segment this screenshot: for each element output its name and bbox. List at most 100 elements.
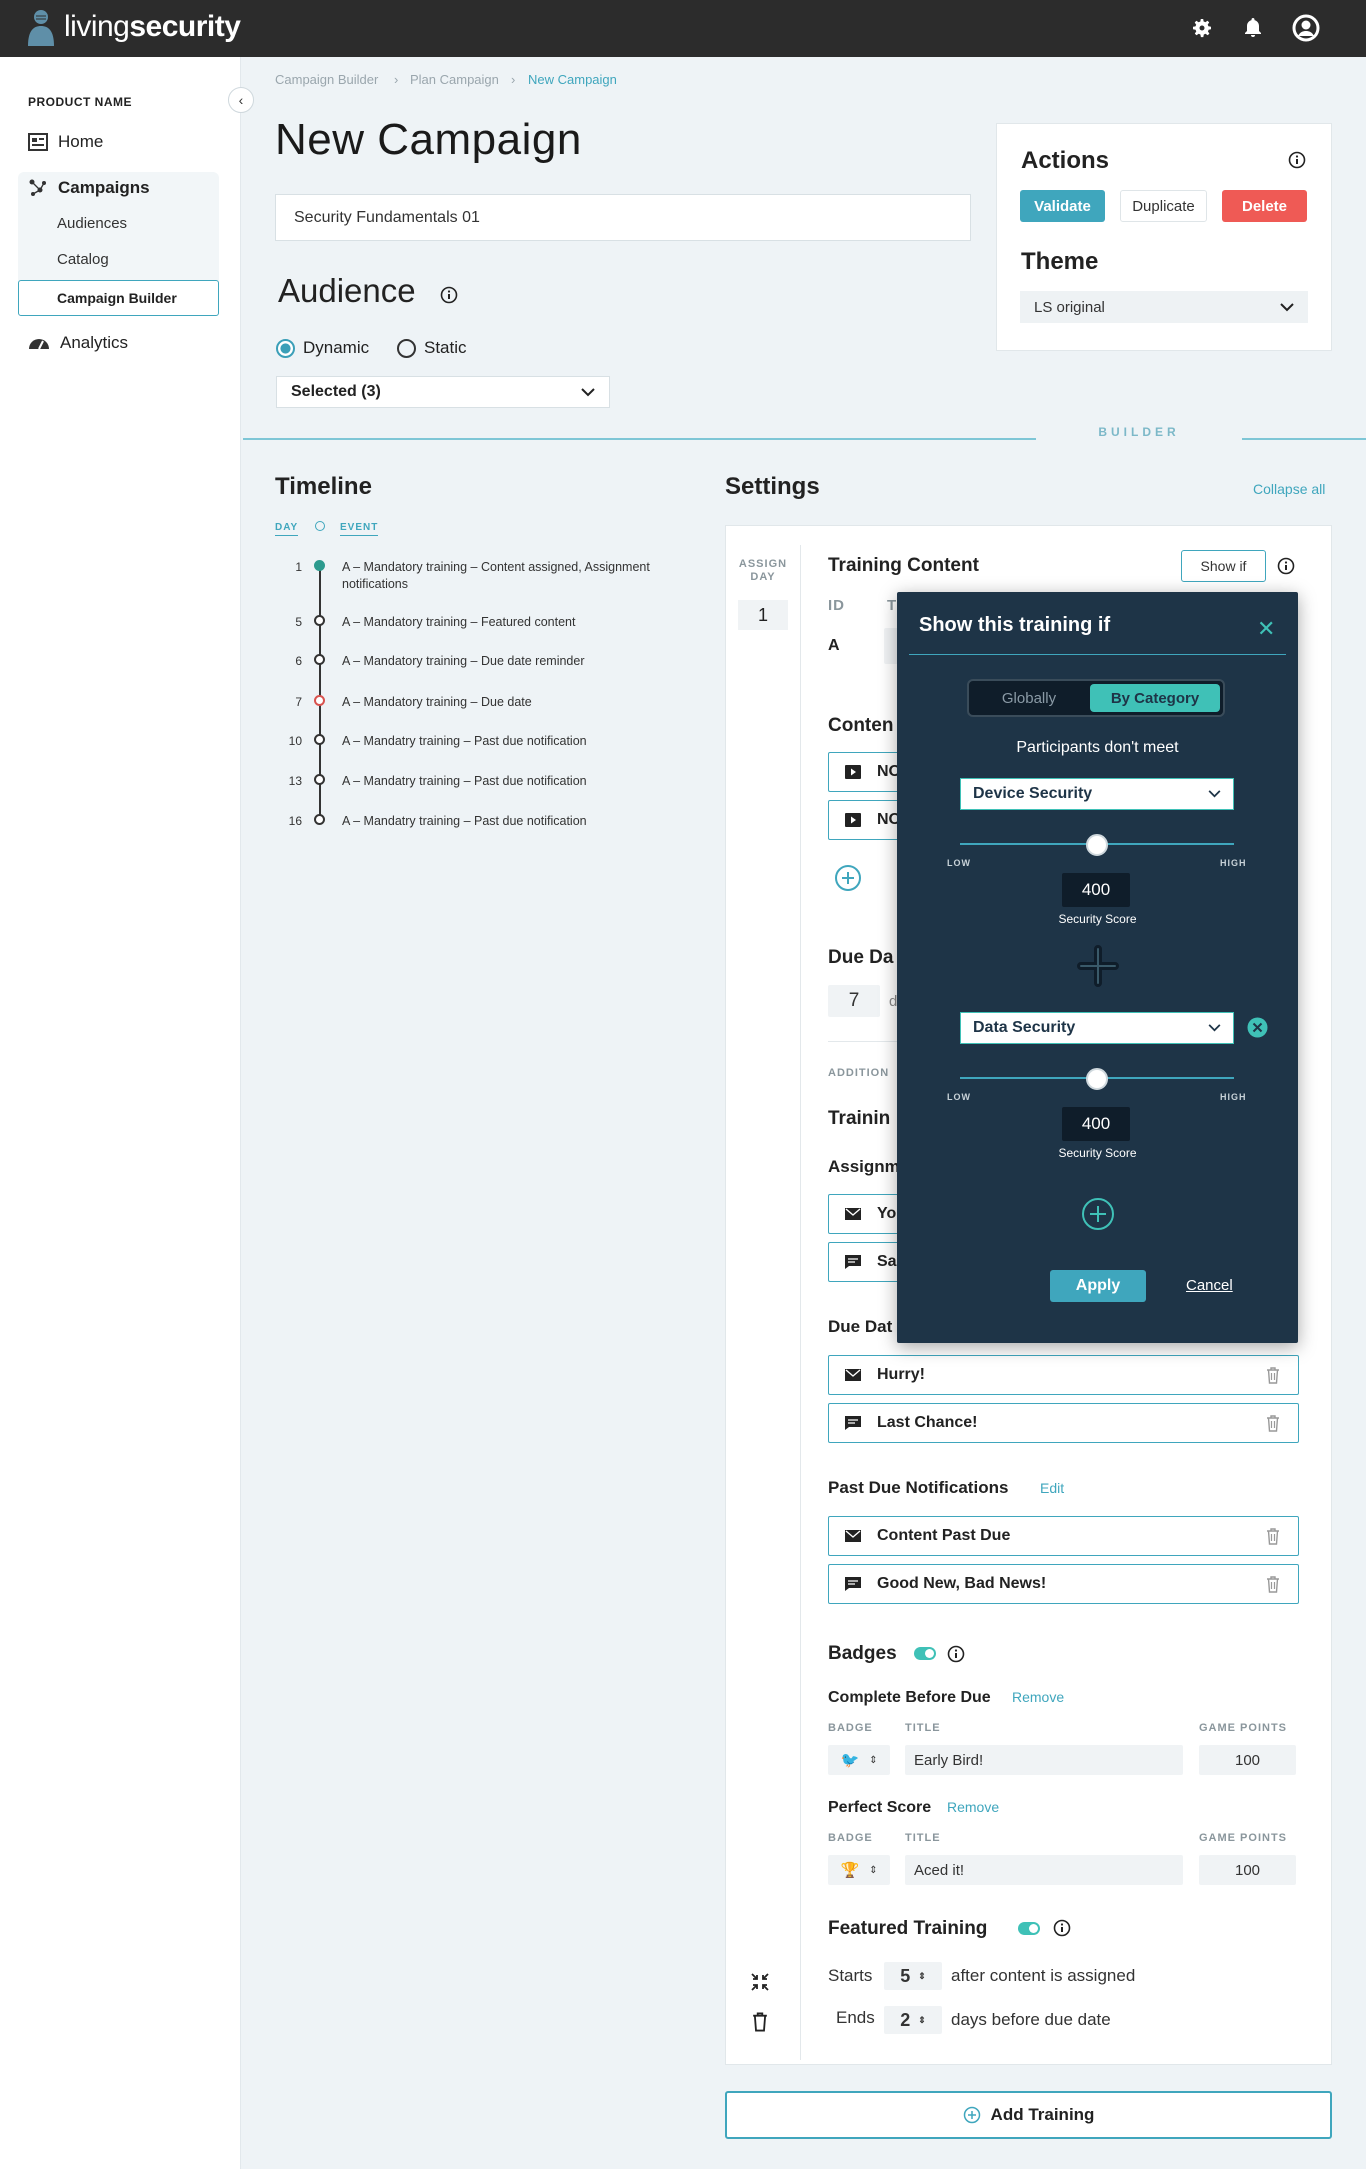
badges-toggle[interactable]	[914, 1647, 936, 1660]
badge-2-title-input[interactable]: Aced it!	[905, 1855, 1183, 1885]
trash-icon[interactable]	[1266, 1528, 1280, 1545]
audience-dynamic-radio[interactable]: Dynamic	[276, 338, 369, 358]
by-category-toggle-option[interactable]: By Category	[1090, 684, 1220, 712]
collapse-all-link[interactable]: Collapse all	[1253, 481, 1325, 497]
content-item-2[interactable]: NO	[828, 800, 903, 840]
score-1-value[interactable]: 400	[1062, 873, 1130, 907]
builder-tab[interactable]: BUILDER	[1036, 419, 1242, 444]
logo[interactable]: living security	[22, 6, 241, 48]
delete-training-trash-icon[interactable]	[752, 2012, 768, 2037]
due-notification-hurry[interactable]: Hurry!	[828, 1355, 1299, 1395]
timeline-event[interactable]: A – Mandatory training – Due date	[342, 694, 692, 711]
trash-icon[interactable]	[1266, 1367, 1280, 1384]
badge-1-select[interactable]: 🐦 ⇕	[828, 1745, 890, 1775]
badge-group-1-remove[interactable]: Remove	[1012, 1689, 1064, 1705]
user-avatar-icon[interactable]	[1292, 14, 1320, 42]
timeline-event[interactable]: A – Mandatry training – Past due notific…	[342, 733, 692, 750]
slider-1-low-label: LOW	[947, 858, 971, 868]
ends-stepper[interactable]: 2 ⇕	[884, 2006, 942, 2034]
settings-vertical-rule	[800, 545, 801, 2060]
audience-info-icon[interactable]	[440, 286, 458, 309]
settings-gear-icon[interactable]	[1188, 14, 1216, 42]
badge-1-title-input[interactable]: Early Bird!	[905, 1745, 1183, 1775]
product-name: PRODUCT NAME	[28, 95, 132, 109]
collapse-arrows-icon[interactable]	[750, 1972, 770, 1997]
badge-2-points-input[interactable]: 100	[1199, 1855, 1296, 1885]
assignment-item-2[interactable]: Sa	[828, 1242, 903, 1282]
past-due-edit-link[interactable]: Edit	[1040, 1480, 1064, 1496]
past-due-item-2[interactable]: Good New, Bad News!	[828, 1564, 1299, 1604]
timeline-node-icon[interactable]	[314, 654, 325, 665]
timeline-node-icon[interactable]	[314, 734, 325, 745]
validate-button[interactable]: Validate	[1020, 190, 1105, 222]
campaign-name-input[interactable]: Security Fundamentals 01	[275, 194, 971, 241]
breadcrumb-campaign-builder[interactable]: Campaign Builder	[275, 72, 378, 87]
add-content-icon[interactable]	[834, 864, 862, 897]
delete-button[interactable]: Delete	[1222, 190, 1307, 222]
due-notification-last-chance[interactable]: Last Chance!	[828, 1403, 1299, 1443]
category-2-value: Data Security	[973, 1019, 1076, 1036]
timeline-node-icon[interactable]	[314, 560, 325, 571]
timeline-event[interactable]: A – Mandatry training – Past due notific…	[342, 773, 692, 790]
t-column-label: T	[887, 597, 898, 614]
notification-bell-icon[interactable]	[1239, 14, 1267, 42]
slider-1-thumb[interactable]	[1086, 834, 1108, 856]
badge-2-select[interactable]: 🏆 ⇕	[828, 1855, 890, 1885]
assignment-item-1[interactable]: Yo	[828, 1194, 903, 1234]
timeline-day-column: DAY	[275, 522, 299, 536]
category-2-select[interactable]: Data Security	[960, 1012, 1234, 1044]
sidebar-item-campaigns[interactable]: Campaigns	[28, 178, 150, 198]
theme-select[interactable]: LS original	[1020, 291, 1308, 323]
add-training-button[interactable]: Add Training	[725, 2091, 1332, 2139]
apply-button[interactable]: Apply	[1050, 1270, 1146, 1302]
assignment-heading: Assignm	[828, 1157, 900, 1176]
plus-circle-icon	[963, 2106, 980, 2124]
remove-category-icon[interactable]	[1247, 1017, 1268, 1043]
logo-text-bold: security	[129, 10, 241, 43]
content-item-1[interactable]: NO	[828, 752, 903, 792]
timeline-node-icon[interactable]	[314, 695, 325, 706]
audience-select[interactable]: Selected (3)	[276, 376, 610, 408]
category-1-select[interactable]: Device Security	[960, 778, 1234, 810]
badge-group-2-remove[interactable]: Remove	[947, 1799, 999, 1815]
show-if-button[interactable]: Show if	[1181, 550, 1266, 582]
badge-1-points-input[interactable]: 100	[1199, 1745, 1296, 1775]
timeline-event[interactable]: A – Mandatory training – Content assigne…	[342, 559, 692, 593]
sidebar-item-analytics[interactable]: Analytics	[28, 333, 128, 353]
close-icon[interactable]: ✕	[1257, 618, 1275, 640]
sidebar-collapse-button[interactable]: ‹	[228, 87, 254, 113]
duplicate-button[interactable]: Duplicate	[1120, 190, 1207, 222]
starts-stepper[interactable]: 5 ⇕	[884, 1962, 942, 1990]
featured-info-icon[interactable]	[1053, 1919, 1071, 1942]
score-2-value[interactable]: 400	[1062, 1107, 1130, 1141]
assign-day-label: ASSIGN DAY	[738, 558, 788, 583]
audience-static-radio[interactable]: Static	[397, 338, 467, 358]
chat-icon	[845, 1255, 861, 1269]
timeline-node-icon[interactable]	[314, 615, 325, 626]
cancel-link[interactable]: Cancel	[1186, 1277, 1233, 1294]
theme-select-value: LS original	[1034, 298, 1105, 316]
sidebar-item-audiences[interactable]: Audiences	[57, 215, 127, 232]
past-due-item-1[interactable]: Content Past Due	[828, 1516, 1299, 1556]
sidebar-item-campaign-builder[interactable]: Campaign Builder	[18, 280, 219, 316]
breadcrumb-plan-campaign[interactable]: Plan Campaign	[410, 72, 499, 87]
trash-icon[interactable]	[1266, 1415, 1280, 1432]
sidebar-item-catalog[interactable]: Catalog	[57, 251, 109, 268]
timeline-node-icon[interactable]	[314, 814, 325, 825]
timeline-event[interactable]: A – Mandatory training – Featured conten…	[342, 614, 692, 631]
trash-icon[interactable]	[1266, 1576, 1280, 1593]
training-info-icon[interactable]	[1277, 557, 1295, 580]
due-date-days-input[interactable]: 7	[828, 985, 880, 1017]
featured-toggle[interactable]	[1018, 1922, 1040, 1935]
slider-2-thumb[interactable]	[1086, 1068, 1108, 1090]
timeline-node-icon[interactable]	[314, 774, 325, 785]
assign-day-input[interactable]: 1	[738, 600, 788, 630]
sidebar-item-home[interactable]: Home	[28, 132, 103, 152]
actions-info-icon[interactable]	[1288, 151, 1306, 174]
training-notifications-heading: Trainin	[828, 1108, 891, 1129]
timeline-event[interactable]: A – Mandatry training – Past due notific…	[342, 813, 692, 830]
timeline-event[interactable]: A – Mandatory training – Due date remind…	[342, 653, 692, 670]
badges-info-icon[interactable]	[947, 1645, 965, 1668]
globally-toggle-option[interactable]: Globally	[973, 684, 1085, 712]
add-category-icon[interactable]	[1081, 1197, 1115, 1236]
